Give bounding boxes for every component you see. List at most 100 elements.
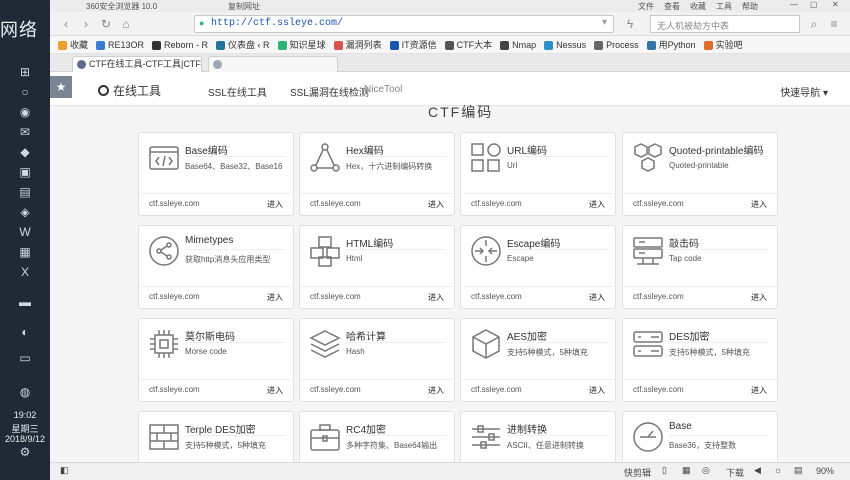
chat-icon[interactable]: ◈ [17,204,33,220]
bookmark-item[interactable]: 仪表盘 ‹ R [216,36,270,53]
copy-url-button[interactable]: 复制网址 [228,1,260,12]
folder-icon[interactable]: ▬ [17,294,33,310]
quick-nav-menu[interactable]: 快速导航 ▾ [780,84,828,99]
search-input[interactable]: 无人机被劫方中表 [650,15,800,33]
tool-card[interactable]: 哈希计算 Hash ctf.ssleye.com 进入 [299,318,456,402]
secure-icon: ● [199,18,205,28]
nav-ssl-check[interactable]: SSL漏洞在线检测 [290,84,369,99]
bookmark-item[interactable]: Process [594,36,639,53]
url-dropdown-icon[interactable]: ▾ [602,17,607,28]
tool-card[interactable]: 莫尔斯电码 Morse code ctf.ssleye.com 进入 [138,318,295,402]
bookmark-item[interactable]: 知识星球 [277,36,326,53]
tool-card[interactable]: Escape编码 Escape ctf.ssleye.com 进入 [460,225,617,309]
tab-ctf-tools[interactable]: CTF在线工具-CTF工具|CTF编 [72,56,202,72]
lightning-icon[interactable]: ϟ [622,16,638,32]
minimize-icon[interactable]: — [790,0,798,9]
card-enter-link[interactable]: 进入 [267,199,283,210]
star-icon[interactable]: ★ [50,76,72,98]
tool-card[interactable]: 进制转换 ASCII、任意进制转换 [460,411,616,462]
card-enter-link[interactable]: 进入 [589,199,605,210]
bookmark-item[interactable]: CTF大本 [444,36,492,53]
tool-card[interactable]: Hex编码 Hex，十六进制编码转换 ctf.ssleye.com 进入 [299,132,456,216]
shield-icon[interactable]: ◆ [17,144,33,160]
word-icon[interactable]: W [17,224,33,240]
shapes-icon [471,143,501,172]
excel-icon[interactable]: X [17,264,33,280]
speaker-icon[interactable]: ◀ [754,465,761,476]
url-input[interactable]: ● http://ctf.ssleye.com/ ▾ [194,15,614,33]
bookmark-item[interactable]: Reborn - R [152,36,208,53]
nav-ssl-tools[interactable]: SSL在线工具 [208,84,267,99]
maximize-icon[interactable]: ▢ [810,0,818,9]
phone-icon[interactable]: ▯ [662,465,667,476]
card-domain: ctf.ssleye.com [471,199,522,208]
tool-card[interactable]: URL编码 Url ctf.ssleye.com 进入 [460,132,617,216]
menu-tools[interactable]: 工具 [716,1,732,12]
tool-card[interactable]: HTML编码 Html ctf.ssleye.com 进入 [299,225,456,309]
gear-icon[interactable]: ⚙ [17,444,33,460]
tool-card[interactable]: Terple DES加密 支持5种模式，5种填充 [138,411,294,462]
card-enter-link[interactable]: 进入 [428,199,444,210]
tool-card[interactable]: Mimetypes 获取http消息头应用类型 ctf.ssleye.com 进入 [138,225,295,309]
menu-favorites[interactable]: 收藏 [690,1,706,12]
card-enter-link[interactable]: 进入 [267,292,283,303]
back-icon[interactable]: ‹ [58,16,74,32]
card-description: Morse code [185,347,227,356]
bookmark-item[interactable]: 实验吧 [703,36,743,53]
bookmark-item[interactable]: IT资源信 [389,36,437,53]
card-enter-link[interactable]: 进入 [428,292,444,303]
site-brand[interactable]: 在线工具 [98,82,161,99]
document-icon[interactable]: ▦ [17,244,33,260]
menu-icon[interactable]: ≡ [826,16,842,32]
tool-card[interactable]: RC4加密 多种字符集、Base64输出 [299,411,455,462]
page-icon[interactable]: ▤ [794,465,803,476]
network-icon[interactable]: ▭ [17,350,33,366]
app-icon[interactable]: ▣ [17,164,33,180]
browser-icon[interactable]: ◉ [17,104,33,120]
target-icon[interactable]: ◎ [702,465,710,476]
forward-icon[interactable]: › [78,16,94,32]
volume-icon[interactable]: ◍ [17,384,33,400]
windows-start-icon[interactable]: ⊞ [17,64,33,80]
quickclip-button[interactable]: 快剪辑 [624,466,651,479]
tray-icon[interactable]: ◐ [17,324,33,340]
search-icon[interactable]: ○ [17,84,33,100]
zoom-level[interactable]: 90% [816,466,834,476]
grid-icon[interactable]: ▦ [682,465,691,476]
home-icon[interactable]: ⌂ [118,16,134,32]
bookmark-item[interactable]: 用Python [646,36,696,53]
bookmark-item[interactable]: Nmap [500,36,536,53]
refresh-icon[interactable]: ↻ [98,16,114,32]
tool-card[interactable]: AES加密 支持5种模式，5种填充 ctf.ssleye.com 进入 [460,318,617,402]
card-divider [507,249,607,250]
menu-view[interactable]: 查看 [664,1,680,12]
card-enter-link[interactable]: 进入 [751,385,767,396]
mail-icon[interactable]: ✉ [17,124,33,140]
tool-card[interactable]: Base Base36，支持整数 [622,411,778,462]
menu-help[interactable]: 帮助 [742,1,758,12]
sun-icon[interactable]: ☼ [774,465,782,475]
download-button[interactable]: 下载 [726,466,744,479]
card-enter-link[interactable]: 进入 [428,385,444,396]
tab-second[interactable] [208,56,338,72]
card-enter-link[interactable]: 进入 [267,385,283,396]
search-icon[interactable]: ⌕ [806,16,822,32]
nav-nicetool[interactable]: NiceTool [364,84,402,95]
tool-card[interactable]: DES加密 支持5种模式，5种填充 ctf.ssleye.com 进入 [622,318,779,402]
terminal-icon[interactable]: ▤ [17,184,33,200]
card-description: 支持5种模式，5种填充 [507,348,588,357]
tool-card[interactable]: Quoted-printable编码 Quoted-printable ctf.ss… [622,132,779,216]
card-enter-link[interactable]: 进入 [751,292,767,303]
card-enter-link[interactable]: 进入 [589,385,605,396]
tool-card[interactable]: Base编码 Base64、Base32、Base16 ctf.ssleye.com… [138,132,295,216]
bookmark-item[interactable]: RE13OR [96,36,144,53]
bookmark-item[interactable]: 漏洞列表 [333,36,382,53]
menu-file[interactable]: 文件 [638,1,654,12]
close-icon[interactable]: ✕ [832,0,839,9]
card-enter-link[interactable]: 进入 [589,292,605,303]
card-enter-link[interactable]: 进入 [751,199,767,210]
tray-app-icon[interactable]: ◧ [60,465,69,476]
bookmark-item[interactable]: Nessus [544,36,586,53]
tool-card[interactable]: 敲击码 Tap code ctf.ssleye.com 进入 [622,225,779,309]
bookmark-item[interactable]: 收藏 [58,36,88,53]
